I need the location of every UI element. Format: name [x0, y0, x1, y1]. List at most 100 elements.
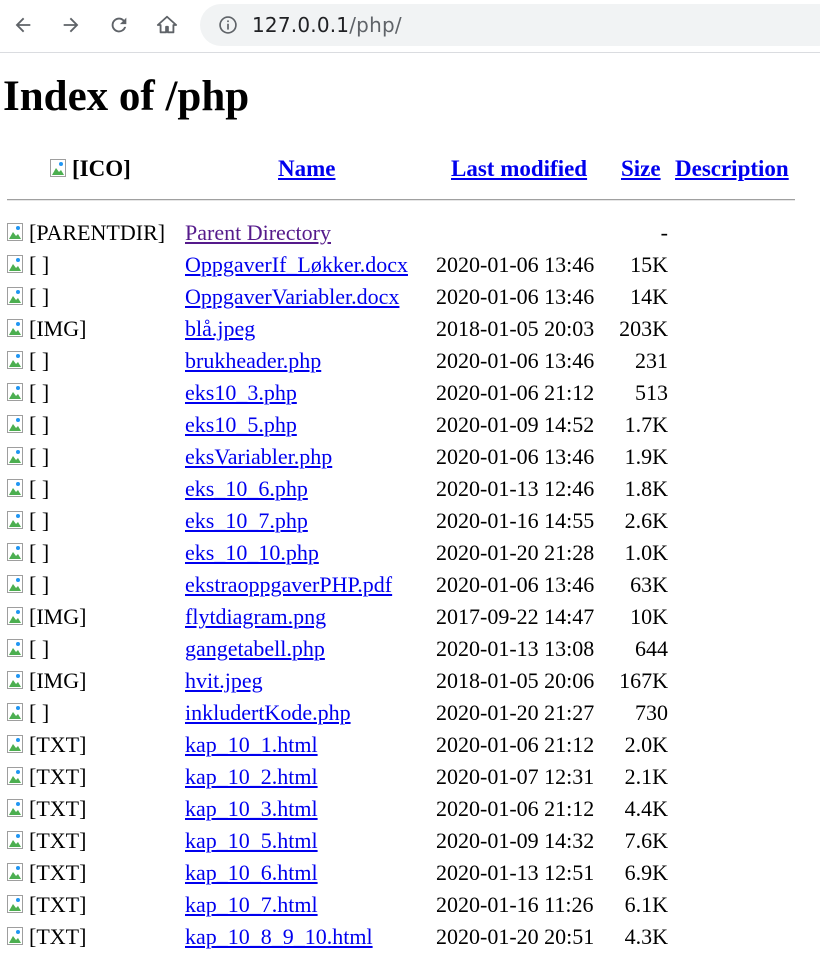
- file-type-icon: [ ]: [7, 509, 49, 533]
- file-size: 167K: [619, 668, 668, 693]
- file-link[interactable]: kap_10_5.html: [185, 829, 318, 853]
- file-row: [ ] ekstraoppgaverPHP.pdf 2020-01-06 13:46…: [0, 572, 820, 604]
- file-type-icon: [TXT]: [7, 765, 86, 789]
- reload-button[interactable]: [104, 10, 134, 40]
- back-button[interactable]: [8, 10, 38, 40]
- file-type-alt-text: [IMG]: [29, 316, 87, 341]
- file-type-alt-text: [ ]: [29, 572, 50, 597]
- broken-image-icon: [7, 349, 27, 373]
- last-modified: 2020-01-13 13:08: [436, 636, 595, 661]
- last-modified: 2020-01-13 12:51: [436, 860, 595, 885]
- sort-by-size-link[interactable]: Size: [621, 156, 661, 181]
- sort-by-last-modified-link[interactable]: Last modified: [451, 156, 587, 181]
- broken-image-icon: [7, 797, 27, 821]
- file-type-alt-text: [TXT]: [29, 796, 87, 821]
- file-type-icon: [TXT]: [7, 797, 86, 821]
- file-type-alt-text: [TXT]: [29, 860, 87, 885]
- file-row: [ ] eks10_3.php 2020-01-06 21:12 513: [0, 380, 820, 412]
- file-link[interactable]: kap_10_6.html: [185, 861, 318, 885]
- file-link[interactable]: kap_10_7.html: [185, 893, 318, 917]
- last-modified: 2020-01-07 12:31: [436, 764, 595, 789]
- file-link[interactable]: hvit.jpeg: [185, 669, 263, 693]
- file-link[interactable]: kap_10_1.html: [185, 733, 318, 757]
- info-icon[interactable]: [218, 15, 238, 35]
- file-row: [ ] gangetabell.php 2020-01-13 13:08 644: [0, 636, 820, 668]
- file-size: 2.6K: [624, 508, 668, 533]
- file-link[interactable]: brukheader.php: [185, 349, 321, 373]
- file-size: 203K: [619, 316, 668, 341]
- last-modified: 2020-01-20 21:28: [436, 540, 595, 565]
- file-link[interactable]: eks10_5.php: [185, 413, 297, 437]
- sort-by-description-link[interactable]: Description: [675, 156, 789, 181]
- file-type-icon: [IMG]: [7, 605, 86, 629]
- file-row: [IMG] flytdiagram.png 2017-09-22 14:47 10K: [0, 604, 820, 636]
- broken-image-icon: [50, 157, 70, 181]
- arrow-right-icon: [63, 17, 79, 33]
- broken-image-icon: [7, 413, 27, 437]
- file-type-alt-text: [ ]: [29, 412, 50, 437]
- file-link[interactable]: blå.jpeg: [185, 317, 255, 341]
- file-link[interactable]: OppgaverVariabler.docx: [185, 285, 399, 309]
- broken-image-icon: [7, 445, 27, 469]
- broken-image-icon: [7, 925, 27, 949]
- file-link[interactable]: kap_10_3.html: [185, 797, 318, 821]
- file-link[interactable]: inkludertKode.php: [185, 701, 351, 725]
- file-size: 1.8K: [624, 476, 668, 501]
- file-size: 730: [635, 700, 668, 725]
- file-row: [TXT] kap_10_3.html 2020-01-06 21:12 4.4K: [0, 796, 820, 828]
- last-modified-column-header: Last modified: [451, 156, 587, 182]
- home-icon: [156, 15, 178, 34]
- file-size: 2.1K: [624, 764, 668, 789]
- file-size: 15K: [630, 252, 668, 277]
- file-size: -: [660, 220, 668, 245]
- last-modified: 2020-01-06 21:12: [436, 380, 595, 405]
- broken-image-icon: [7, 509, 27, 533]
- file-link[interactable]: eks_10_10.php: [185, 541, 319, 565]
- file-size: 4.4K: [624, 796, 668, 821]
- broken-image-icon: [7, 541, 27, 565]
- file-link[interactable]: eks_10_6.php: [185, 477, 308, 501]
- address-bar[interactable]: 127.0.0.1/php/: [200, 4, 820, 46]
- file-type-alt-text: [ ]: [29, 508, 50, 533]
- file-size: 231: [635, 348, 668, 373]
- file-size: 4.3K: [624, 924, 668, 949]
- home-button[interactable]: [152, 10, 182, 40]
- last-modified: 2020-01-20 21:27: [436, 700, 595, 725]
- file-link[interactable]: flytdiagram.png: [185, 605, 326, 629]
- sort-by-name-link[interactable]: Name: [278, 156, 335, 181]
- file-link[interactable]: eks_10_7.php: [185, 509, 308, 533]
- forward-button[interactable]: [56, 10, 86, 40]
- file-size: 644: [635, 636, 668, 661]
- file-row: [TXT] kap_10_6.html 2020-01-13 12:51 6.9K: [0, 860, 820, 892]
- broken-image-icon: [7, 221, 27, 245]
- file-size: 6.9K: [624, 860, 668, 885]
- last-modified: 2020-01-06 13:46: [436, 572, 595, 597]
- file-link[interactable]: eks10_3.php: [185, 381, 297, 405]
- parent-directory-row: [PARENTDIR] Parent Directory -: [0, 220, 820, 252]
- url-path: /php/: [349, 13, 402, 37]
- file-type-alt-text: [TXT]: [29, 892, 87, 917]
- file-type-alt-text: [ ]: [29, 540, 50, 565]
- file-type-icon: [ ]: [7, 413, 49, 437]
- file-type-alt-text: [ ]: [29, 252, 50, 277]
- file-size: 2.0K: [624, 732, 668, 757]
- last-modified: 2020-01-09 14:32: [436, 828, 595, 853]
- file-link[interactable]: gangetabell.php: [185, 637, 325, 661]
- file-row: [ ] OppgaverVariabler.docx 2020-01-06 13:4…: [0, 284, 820, 316]
- file-row: [TXT] kap_10_8_9_10.html 2020-01-20 20:51 4…: [0, 924, 820, 956]
- file-link[interactable]: kap_10_8_9_10.html: [185, 925, 373, 949]
- file-link[interactable]: ekstraoppgaverPHP.pdf: [185, 573, 392, 597]
- url-text[interactable]: 127.0.0.1/php/: [252, 13, 402, 37]
- size-column-header: Size: [621, 156, 661, 182]
- name-column-header: Name: [278, 156, 335, 182]
- last-modified: 2018-01-05 20:06: [436, 668, 595, 693]
- file-size: 7.6K: [624, 828, 668, 853]
- file-link[interactable]: kap_10_2.html: [185, 765, 318, 789]
- file-link[interactable]: OppgaverIf_Løkker.docx: [185, 253, 408, 277]
- file-link[interactable]: eksVariabler.php: [185, 445, 332, 469]
- file-size: 513: [635, 380, 668, 405]
- file-row: [TXT] kap_10_2.html 2020-01-07 12:31 2.1K: [0, 764, 820, 796]
- last-modified: 2020-01-09 14:52: [436, 412, 595, 437]
- last-modified: 2020-01-06 13:46: [436, 252, 595, 277]
- parent-directory-link[interactable]: Parent Directory: [185, 221, 331, 245]
